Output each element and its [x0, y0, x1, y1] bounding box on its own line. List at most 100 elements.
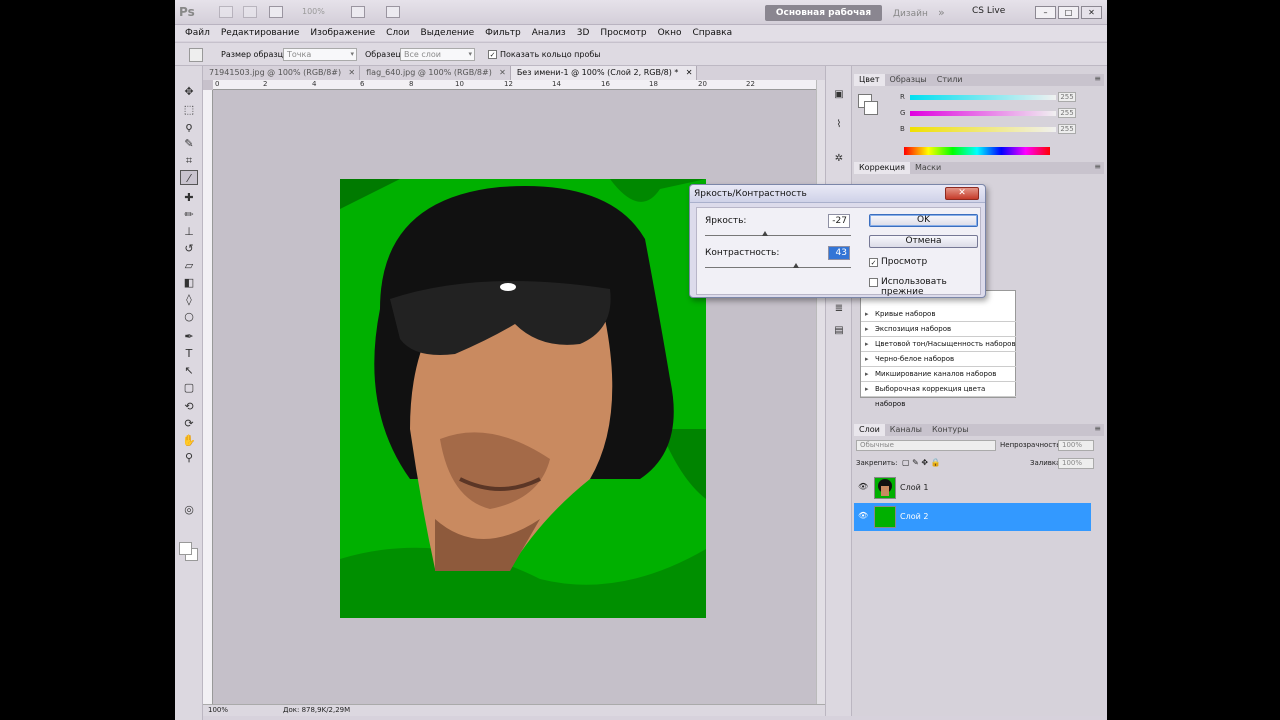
preview-checkbox[interactable]: ✓: [869, 258, 878, 267]
eraser-tool-icon[interactable]: ▱: [180, 258, 198, 273]
color-bg-swatch[interactable]: [864, 101, 878, 115]
channel-slider[interactable]: [910, 95, 1056, 100]
brush-tool-icon[interactable]: ✏: [180, 207, 198, 222]
list-item[interactable]: Черно-белое наборов: [861, 352, 1016, 367]
menu-3d[interactable]: 3D: [572, 28, 596, 38]
workspace-design[interactable]: Дизайн: [893, 9, 928, 19]
crop-tool-icon[interactable]: ⌗: [180, 153, 198, 168]
color-spectrum-bar[interactable]: [904, 147, 1050, 155]
list-item[interactable]: Кривые наборов: [861, 307, 1016, 322]
eyedropper-tool-icon[interactable]: ⁄: [180, 170, 198, 185]
cancel-button[interactable]: Отмена: [869, 235, 978, 248]
gradient-tool-icon[interactable]: ◧: [180, 275, 198, 290]
clone-stamp-icon[interactable]: ⊥: [180, 224, 198, 239]
canvas-image[interactable]: [340, 179, 706, 618]
arrange-documents-icon[interactable]: [351, 6, 365, 18]
tab-adjustments[interactable]: Коррекция: [854, 162, 910, 174]
minibridge-icon[interactable]: ▣: [831, 88, 847, 102]
character-icon[interactable]: ▤: [831, 324, 847, 338]
list-item[interactable]: Экспозиция наборов: [861, 322, 1016, 337]
3d-orbit-icon[interactable]: ⟳: [180, 416, 198, 431]
contrast-input[interactable]: 43: [828, 246, 850, 260]
view-extras-icon[interactable]: [269, 6, 283, 18]
menu-image[interactable]: Изображение: [305, 28, 381, 38]
panel-menu-icon[interactable]: ≡: [1094, 74, 1101, 83]
panel-menu-icon[interactable]: ≡: [1094, 162, 1101, 171]
zoom-level[interactable]: 100%: [302, 7, 325, 16]
minimize-button[interactable]: –: [1035, 6, 1056, 19]
quick-mask-icon[interactable]: ◎: [180, 502, 198, 517]
tab-color[interactable]: Цвет: [854, 74, 885, 86]
fill-input[interactable]: 100%: [1058, 458, 1094, 469]
hand-tool-icon[interactable]: ✋: [180, 433, 198, 448]
eye-icon[interactable]: 👁: [858, 511, 868, 520]
opacity-input[interactable]: 100%: [1058, 440, 1094, 451]
channel-slider[interactable]: [910, 111, 1056, 116]
dodge-tool-icon[interactable]: ○: [180, 309, 198, 324]
channel-value[interactable]: 255: [1058, 108, 1076, 118]
tab-paths[interactable]: Контуры: [927, 424, 974, 436]
screen-mode-icon[interactable]: [386, 6, 400, 18]
menu-filter[interactable]: Фильтр: [480, 28, 527, 38]
menu-select[interactable]: Выделение: [416, 28, 481, 38]
healing-brush-icon[interactable]: ✚: [180, 190, 198, 205]
foreground-color-swatch[interactable]: [179, 542, 192, 555]
menu-analysis[interactable]: Анализ: [527, 28, 572, 38]
path-select-icon[interactable]: ↖: [180, 363, 198, 378]
cs-live-menu[interactable]: CS Live: [972, 6, 1005, 16]
blend-mode-select[interactable]: Обычные: [856, 440, 996, 451]
use-legacy-checkbox[interactable]: [869, 278, 878, 287]
shape-tool-icon[interactable]: ▢: [180, 380, 198, 395]
lasso-tool-icon[interactable]: ϙ: [180, 119, 198, 134]
contrast-slider-thumb[interactable]: [792, 263, 799, 268]
zoom-tool-icon[interactable]: ⚲: [180, 450, 198, 465]
blur-tool-icon[interactable]: ◊: [180, 292, 198, 307]
tab-swatches[interactable]: Образцы: [885, 74, 932, 86]
navigator-icon[interactable]: ✲: [831, 152, 847, 166]
menu-help[interactable]: Справка: [687, 28, 738, 38]
more-workspaces-icon[interactable]: »: [938, 6, 945, 19]
workspace-button[interactable]: Основная рабочая среда: [765, 5, 882, 34]
type-tool-icon[interactable]: T: [180, 346, 198, 361]
close-tab-icon[interactable]: ✕: [348, 67, 355, 79]
tab-layers[interactable]: Слои: [854, 424, 885, 436]
menu-view[interactable]: Просмотр: [595, 28, 652, 38]
ok-button[interactable]: OK: [869, 214, 978, 227]
sample-select[interactable]: Все слои: [400, 48, 475, 61]
sample-size-select[interactable]: Точка: [283, 48, 357, 61]
menu-edit[interactable]: Редактирование: [216, 28, 306, 38]
list-item[interactable]: Цветовой тон/Насыщенность наборов: [861, 337, 1016, 352]
history-brush-icon[interactable]: ↺: [180, 241, 198, 256]
eye-icon[interactable]: 👁: [858, 482, 868, 491]
pen-tool-icon[interactable]: ✒: [180, 329, 198, 344]
eyedropper-preset-icon[interactable]: [189, 48, 203, 62]
dialog-close-button[interactable]: ✕: [945, 187, 979, 200]
menu-file[interactable]: Файл: [180, 28, 216, 38]
bridge-icon[interactable]: [219, 6, 233, 18]
channel-value[interactable]: 255: [1058, 124, 1076, 134]
history-icon[interactable]: ⌇: [831, 118, 847, 132]
menu-layers[interactable]: Слои: [381, 28, 415, 38]
layer-row-selected[interactable]: 👁 Слой 2: [854, 503, 1091, 531]
move-tool-icon[interactable]: ✥: [180, 84, 198, 99]
doc-tab[interactable]: flag_640.jpg @ 100% (RGB/8#) ✕: [360, 66, 511, 80]
contrast-slider-track[interactable]: [705, 267, 851, 268]
channel-value[interactable]: 255: [1058, 92, 1076, 102]
tab-masks[interactable]: Маски: [910, 162, 946, 174]
mini-bridge-icon[interactable]: [243, 6, 257, 18]
list-item[interactable]: Выборочная коррекция цвета наборов: [861, 382, 1016, 408]
paragraph-icon[interactable]: ≣: [831, 302, 847, 316]
brightness-slider-track[interactable]: [705, 235, 851, 236]
lock-icons[interactable]: ▢ ✎ ✥ 🔒: [902, 458, 941, 467]
list-item[interactable]: Микширование каналов наборов: [861, 367, 1016, 382]
marquee-tool-icon[interactable]: ⬚: [180, 102, 198, 117]
channel-slider[interactable]: [910, 127, 1056, 132]
brightness-input[interactable]: -27: [828, 214, 850, 228]
show-ring-checkbox[interactable]: ✓: [488, 50, 497, 59]
maximize-button[interactable]: □: [1058, 6, 1079, 19]
quick-select-tool-icon[interactable]: ✎: [180, 136, 198, 151]
brightness-slider-thumb[interactable]: [761, 231, 768, 236]
close-tab-icon[interactable]: ✕: [686, 67, 693, 79]
canvas-pasteboard[interactable]: [213, 90, 816, 704]
status-zoom[interactable]: 100%: [208, 706, 228, 714]
